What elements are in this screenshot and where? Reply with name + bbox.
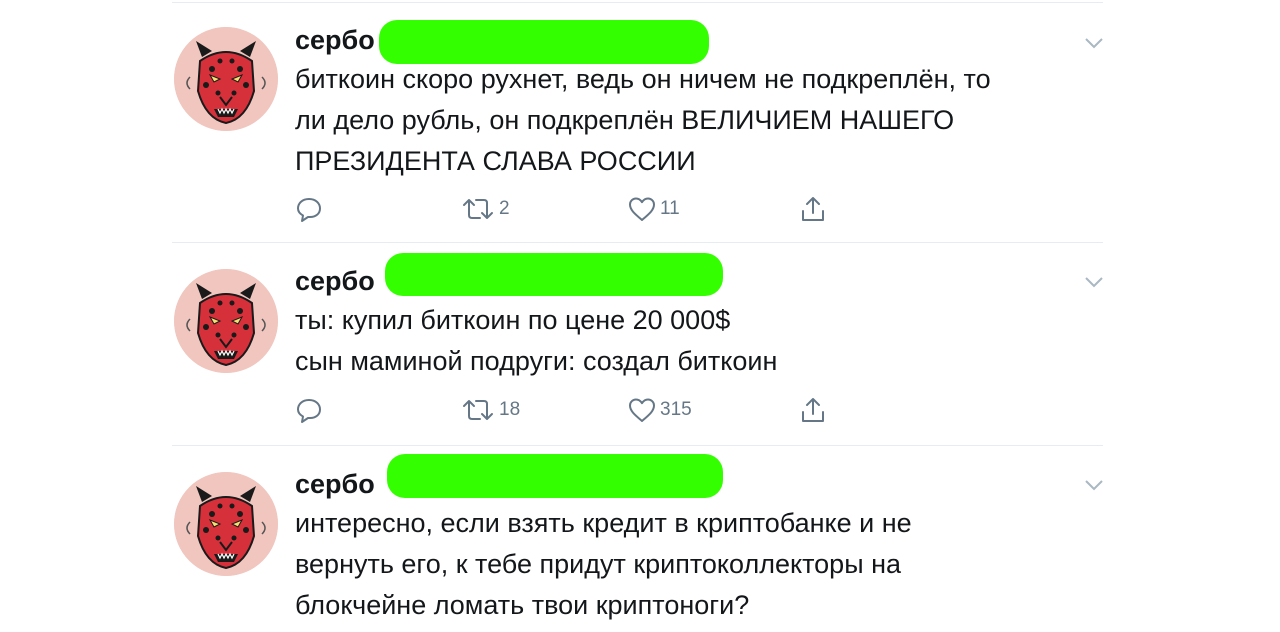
retweet-button[interactable]: 2 [460, 194, 510, 224]
tweet-actions: 2 11 [295, 194, 855, 224]
redacted-handle [387, 454, 723, 498]
avatar[interactable] [174, 27, 278, 131]
like-button[interactable]: 315 [627, 395, 692, 425]
tweet-actions: 18 315 [295, 395, 855, 425]
tweet[interactable]: сербо интересно, если взять кредит в кри… [172, 446, 1103, 632]
heart-icon [629, 197, 655, 221]
redacted-handle [379, 20, 709, 64]
tweet-text: интересно, если взять кредит в криптобан… [295, 508, 912, 620]
share-icon [802, 398, 824, 422]
chevron-down-icon[interactable] [1084, 478, 1104, 492]
retweet-button[interactable]: 18 [460, 395, 520, 425]
heart-icon [629, 398, 655, 422]
tweet[interactable]: сербо ты: купил биткоин по цене 20 000$ … [172, 243, 1103, 445]
like-count: 11 [660, 198, 680, 219]
author-name[interactable]: сербо [295, 265, 375, 297]
reply-icon [297, 399, 321, 423]
retweet-count: 2 [499, 198, 510, 219]
avatar[interactable] [174, 269, 278, 373]
reply-button[interactable] [295, 194, 323, 224]
share-button[interactable] [798, 194, 828, 224]
like-count: 315 [660, 399, 692, 420]
leopard-avatar-icon [174, 27, 278, 131]
leopard-avatar-icon [174, 269, 278, 373]
reply-button[interactable] [295, 395, 323, 425]
tweet-text: биткоин скоро рухнет, ведь он ничем не п… [295, 64, 991, 176]
retweet-count: 18 [499, 399, 521, 420]
author-name[interactable]: сербо [295, 468, 375, 500]
retweet-icon [463, 400, 493, 420]
chevron-down-icon[interactable] [1084, 275, 1104, 289]
redacted-handle [385, 253, 723, 296]
author-name[interactable]: сербо [295, 24, 375, 56]
tweet[interactable]: сербо биткоин скоро рухнет, ведь он ниче… [172, 2, 1103, 242]
retweet-icon [463, 199, 493, 219]
chevron-down-icon[interactable] [1084, 36, 1104, 50]
tweet-text: ты: купил биткоин по цене 20 000$ сын ма… [295, 305, 778, 376]
like-button[interactable]: 11 [627, 194, 680, 224]
share-icon [802, 197, 824, 221]
share-button[interactable] [798, 395, 828, 425]
avatar[interactable] [174, 472, 278, 576]
leopard-avatar-icon [174, 472, 278, 576]
reply-icon [297, 198, 321, 222]
